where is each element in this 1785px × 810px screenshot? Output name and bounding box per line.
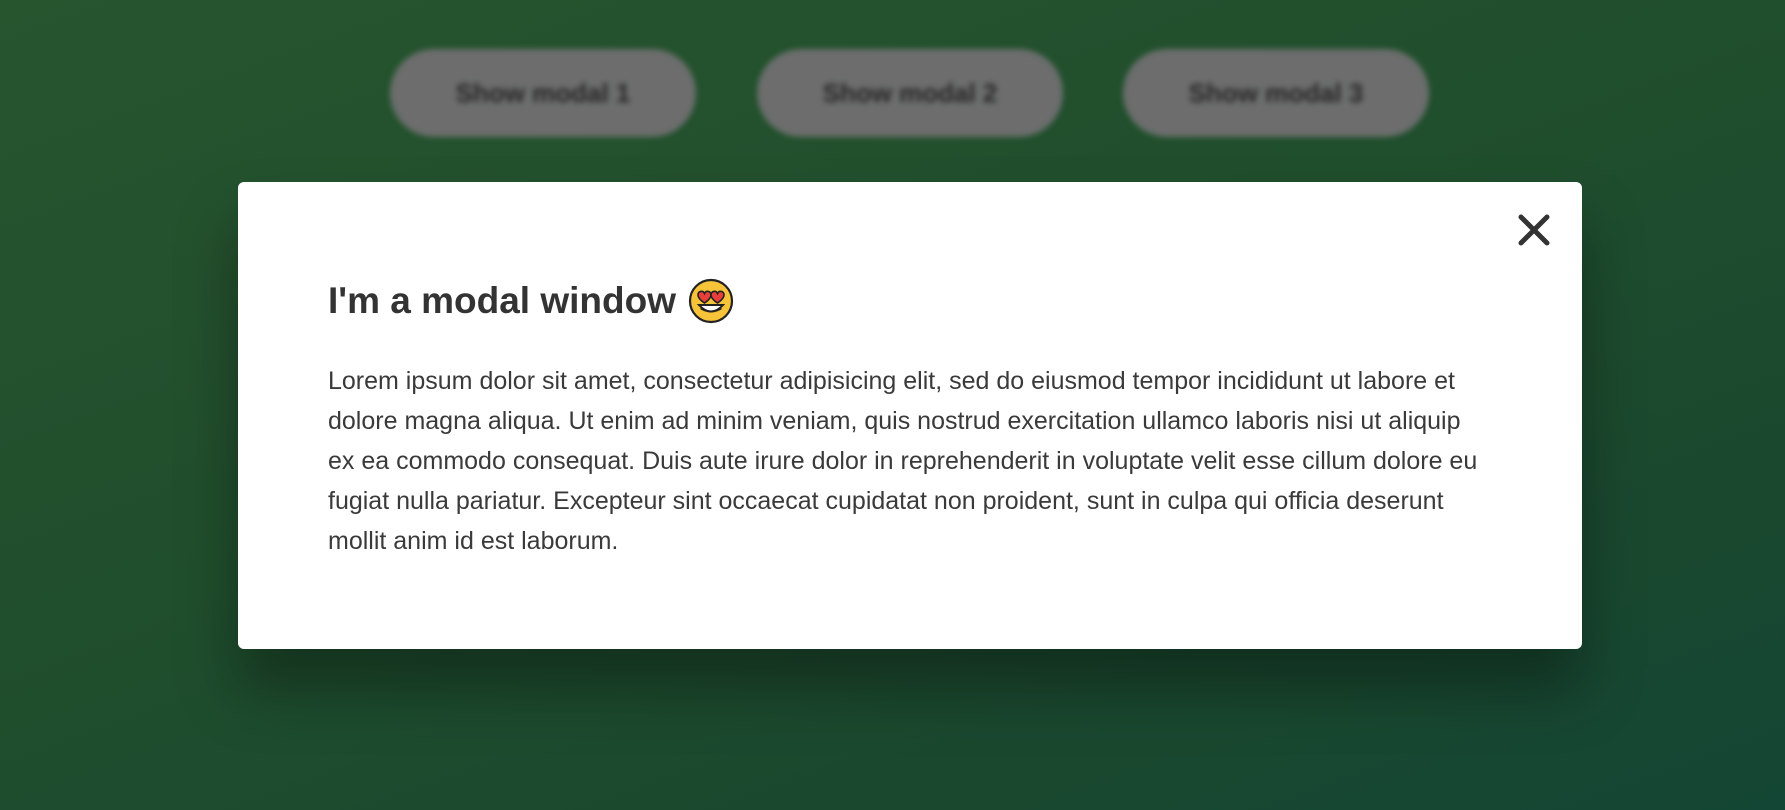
modal-title: I'm a modal window xyxy=(328,278,734,324)
close-button[interactable] xyxy=(1512,208,1556,252)
close-icon xyxy=(1518,214,1550,246)
modal-window: I'm a modal window Lorem ipsum dolor sit… xyxy=(238,182,1582,649)
modal-body-text: Lorem ipsum dolor sit amet, consectetur … xyxy=(328,367,1478,555)
heart-eyes-emoji-icon xyxy=(688,278,734,324)
modal-title-text: I'm a modal window xyxy=(328,280,676,321)
